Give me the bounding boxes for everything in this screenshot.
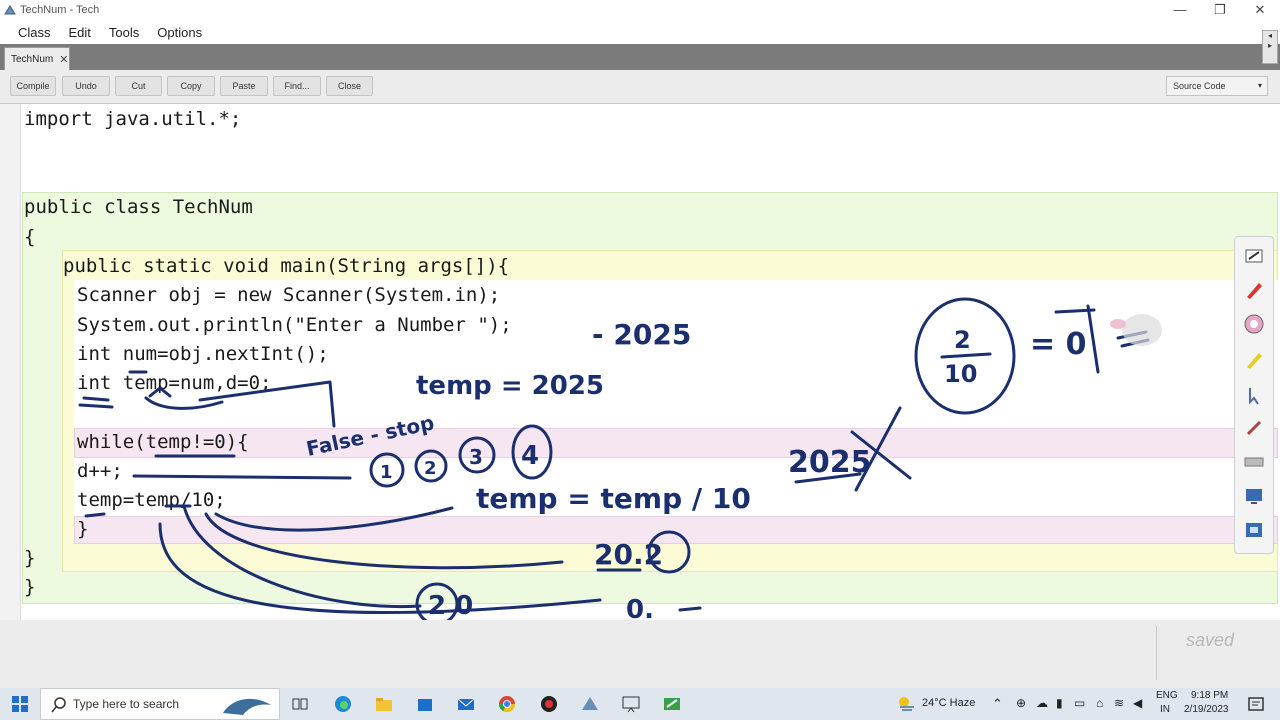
- close-button[interactable]: Close: [326, 76, 373, 96]
- app-icon-red[interactable]: [539, 694, 559, 714]
- color-picker-icon[interactable]: [1243, 313, 1265, 335]
- volume-icon[interactable]: ◀: [1133, 696, 1142, 710]
- menu-options[interactable]: Options: [148, 25, 211, 40]
- pen-toolbar: [1234, 236, 1274, 554]
- menu-class[interactable]: Class: [0, 25, 60, 40]
- microphone-icon[interactable]: ▮: [1056, 696, 1063, 710]
- capture-icon[interactable]: [1243, 519, 1265, 541]
- undo-button[interactable]: Undo: [62, 76, 110, 96]
- taskbar: Type here to search 24°C Haze ⌃ ⊕ ☁ ▮ ▭ …: [0, 688, 1280, 720]
- weather-haze-icon[interactable]: [896, 694, 916, 714]
- copy-button[interactable]: Copy: [167, 76, 215, 96]
- menu-edit[interactable]: Edit: [60, 25, 100, 40]
- highlighter-icon[interactable]: [1243, 349, 1265, 371]
- code-line-scanner[interactable]: Scanner obj = new Scanner(System.in);: [77, 284, 500, 306]
- loop-header-scope: [74, 428, 1278, 458]
- clock-date[interactable]: 2/19/2023: [1184, 704, 1229, 715]
- tab-label: TechNum: [11, 53, 54, 65]
- code-line-println[interactable]: System.out.println("Enter a Number ");: [77, 314, 512, 336]
- find-button[interactable]: Find...: [273, 76, 321, 96]
- code-line-class-close[interactable]: }: [24, 576, 35, 598]
- screen-icon[interactable]: [1243, 485, 1265, 507]
- wifi-icon[interactable]: ≋: [1114, 696, 1124, 710]
- app-icon: [4, 5, 16, 15]
- toolbar: Compile Undo Cut Copy Paste Find... Clos…: [0, 70, 1280, 104]
- paste-button[interactable]: Paste: [220, 76, 268, 96]
- snip-icon[interactable]: [621, 694, 641, 714]
- keyboard-icon[interactable]: [1243, 451, 1265, 473]
- window-title: TechNum - Tech: [20, 4, 100, 16]
- notepad-icon[interactable]: [1243, 245, 1265, 267]
- edge-icon[interactable]: [333, 694, 353, 714]
- taskbar-search[interactable]: Type here to search: [40, 688, 280, 720]
- code-line-increment[interactable]: d++;: [77, 460, 123, 482]
- battery-icon[interactable]: ▭: [1074, 696, 1085, 710]
- compile-button[interactable]: Compile: [10, 76, 56, 96]
- bluej-icon[interactable]: [580, 694, 600, 714]
- clock-time[interactable]: 9:18 PM: [1191, 690, 1228, 701]
- code-line-num[interactable]: int num=obj.nextInt();: [77, 343, 329, 365]
- meet-now-icon[interactable]: ⊕: [1016, 696, 1026, 710]
- loop-body: [74, 458, 1278, 516]
- language-primary[interactable]: ENG: [1156, 690, 1178, 701]
- weather-label[interactable]: 24°C Haze: [922, 697, 975, 709]
- line-gutter: [0, 104, 21, 620]
- chrome-icon[interactable]: [497, 694, 517, 714]
- status-divider: [1156, 626, 1157, 680]
- menu-bar: Class Edit Tools Options: [0, 20, 1280, 44]
- brush-icon[interactable]: [1243, 417, 1265, 439]
- code-line-import[interactable]: import java.util.*;: [24, 108, 241, 130]
- search-placeholder: Type here to search: [73, 697, 180, 711]
- pointer-icon[interactable]: [1243, 385, 1265, 407]
- chevron-down-icon: ▾: [1257, 81, 1262, 90]
- tab-scroll-arrows[interactable]: ◂ ▸: [1262, 30, 1278, 64]
- tab-close-icon[interactable]: ✕: [59, 53, 68, 66]
- cut-button[interactable]: Cut: [115, 76, 162, 96]
- saved-status: saved: [1186, 630, 1235, 650]
- close-window-button[interactable]: ✕: [1240, 0, 1280, 20]
- mail-icon[interactable]: [456, 694, 476, 714]
- dolphin-icon: [223, 698, 271, 715]
- loop-end-scope: [74, 516, 1278, 544]
- red-pen-icon[interactable]: [1243, 279, 1265, 301]
- store-icon[interactable]: [415, 694, 435, 714]
- minimize-button[interactable]: —: [1160, 0, 1200, 20]
- chevron-up-icon[interactable]: ⌃: [992, 696, 1003, 712]
- code-line-temp[interactable]: int temp=num,d=0;: [77, 372, 271, 394]
- code-line-loop-close[interactable]: }: [77, 518, 88, 540]
- cloud-icon[interactable]: ☁: [1036, 696, 1048, 710]
- maximize-button[interactable]: ❐: [1200, 0, 1240, 20]
- whiteboard-icon[interactable]: [662, 694, 682, 714]
- view-mode-select[interactable]: Source Code ▾: [1166, 76, 1268, 96]
- task-view-icon[interactable]: [290, 694, 310, 714]
- notifications-icon[interactable]: [1246, 694, 1266, 714]
- code-line-main-close[interactable]: }: [24, 547, 35, 569]
- tab-technum[interactable]: TechNum ✕: [4, 47, 70, 70]
- language-region[interactable]: IN: [1160, 704, 1170, 715]
- code-line-divide[interactable]: temp=temp/10;: [77, 489, 226, 511]
- code-line-class-open[interactable]: {: [24, 226, 35, 248]
- network-icon[interactable]: ⌂: [1096, 696, 1103, 710]
- tab-strip: TechNum ✕: [0, 44, 1280, 70]
- code-line-main-decl[interactable]: public static void main(String args[]){: [63, 255, 509, 277]
- windows-start-icon[interactable]: [12, 696, 28, 712]
- status-area: saved: [0, 620, 1280, 688]
- menu-tools[interactable]: Tools: [100, 25, 148, 40]
- view-mode-label: Source Code: [1173, 81, 1226, 91]
- file-explorer-icon[interactable]: [374, 694, 394, 714]
- code-line-while[interactable]: while(temp!=0){: [77, 431, 249, 453]
- title-bar: TechNum - Tech — ❐ ✕: [0, 0, 1280, 20]
- code-editor[interactable]: import java.util.*; public class TechNum…: [0, 104, 1280, 620]
- code-line-class-decl[interactable]: public class TechNum: [24, 196, 253, 218]
- search-icon: [51, 697, 66, 713]
